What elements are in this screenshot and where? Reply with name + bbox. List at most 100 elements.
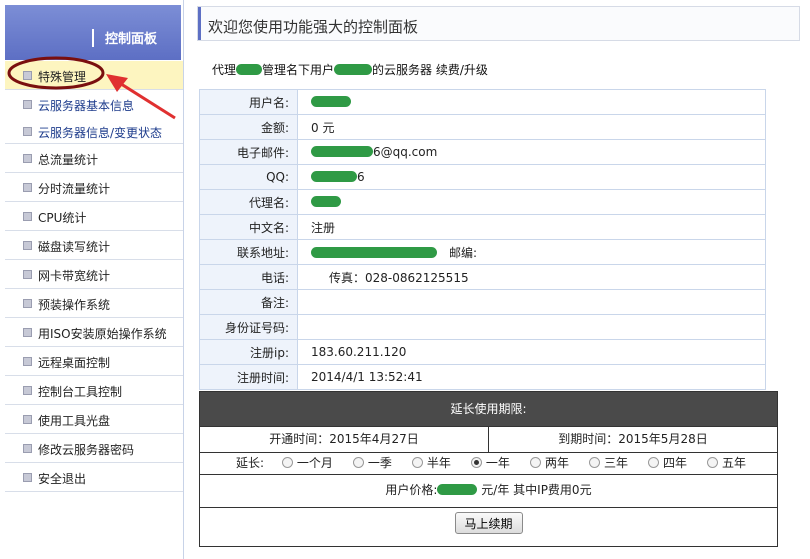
period-option[interactable]: 三年: [588, 453, 628, 474]
redacted-price: [437, 484, 478, 495]
info-mid: 管理名下用户: [262, 63, 335, 77]
info-value: 2014/4/1 13:52:41: [297, 364, 766, 390]
expire-time: 到期时间：2015年5月28日: [558, 432, 708, 446]
sidebar-item-5[interactable]: CPU统计: [5, 202, 183, 231]
info-label: 电话:: [199, 264, 298, 290]
info-label: 注册时间:: [199, 364, 298, 390]
info-row: 代理名:: [199, 189, 766, 215]
sidebar-item-13[interactable]: 修改云服务器密码: [5, 434, 183, 463]
main-header: 欢迎您使用功能强大的控制面板: [197, 6, 800, 41]
period-option-label: 三年: [603, 456, 628, 470]
info-value-text: 2014/4/1 13:52:41: [311, 370, 423, 384]
bullet-icon: [23, 299, 32, 308]
radio-icon[interactable]: [647, 457, 659, 468]
period-option[interactable]: 两年: [529, 453, 569, 474]
sidebar-item-12[interactable]: 使用工具光盘: [5, 405, 183, 434]
info-row: 金额: 0 元: [199, 114, 766, 140]
bullet-icon: [23, 357, 32, 366]
sidebar-item-label: 安全退出: [38, 472, 87, 486]
period-option[interactable]: 四年: [647, 453, 687, 474]
period-option[interactable]: 一季: [352, 453, 392, 474]
fax-text: 传真：028-0862125515: [329, 270, 469, 285]
renew-now-button[interactable]: 马上续期: [454, 512, 523, 534]
renewal-info-line: 代理 管理名下用户 的云服务器 续费/升级: [212, 61, 488, 78]
sidebar-item-label: 磁盘读写统计: [38, 240, 111, 254]
info-row: QQ: 6: [199, 164, 766, 190]
info-value: 0 元: [297, 114, 766, 140]
price-row: 用户价格: 元/年 其中IP费用0元: [200, 475, 777, 508]
sidebar-item-label: 使用工具光盘: [38, 414, 111, 428]
sidebar-item-10[interactable]: 远程桌面控制: [5, 347, 183, 376]
bullet-icon: [23, 328, 32, 337]
info-value: [297, 189, 766, 215]
sidebar-item-4[interactable]: 分时流量统计: [5, 173, 183, 202]
info-row: 注册时间: 2014/4/1 13:52:41: [199, 364, 766, 390]
info-value-text: 0 元: [311, 120, 335, 135]
info-label: 金额:: [199, 114, 298, 140]
bullet-icon: [23, 473, 32, 482]
info-row: 电子邮件: 6@qq.com: [199, 139, 766, 165]
radio-icon[interactable]: [706, 457, 718, 468]
info-label: QQ:: [199, 164, 298, 190]
info-value-text: 183.60.211.120: [311, 345, 407, 359]
extend-period-options: 延长: 一个月 一季 半年 一年 两年 三年 四年 五年: [200, 453, 777, 475]
sidebar-item-label: 远程桌面控制: [38, 356, 111, 370]
sidebar-item-3[interactable]: 总流量统计: [5, 144, 183, 173]
sidebar-header-divider: [92, 29, 94, 47]
period-option[interactable]: 一个月: [281, 453, 333, 474]
sidebar-item-6[interactable]: 磁盘读写统计: [5, 231, 183, 260]
sidebar-item-label: 云服务器基本信息: [38, 99, 135, 113]
info-row: 备注:: [199, 289, 766, 315]
info-row: 中文名: 注册: [199, 214, 766, 240]
sidebar-menu: 特殊管理云服务器基本信息云服务器信息/变更状态总流量统计分时流量统计 CPU统计磁…: [5, 61, 183, 492]
open-time: 开通时间：2015年4月27日: [200, 427, 489, 452]
info-label: 代理名:: [199, 189, 298, 215]
period-option-label: 两年: [544, 456, 569, 470]
sidebar-item-label: 网卡带宽统计: [38, 269, 111, 283]
info-row: 注册ip: 183.60.211.120: [199, 339, 766, 365]
info-value: 邮编:: [297, 239, 766, 265]
period-option-label: 四年: [662, 456, 687, 470]
extend-panel: 延长使用期限: 开通时间：2015年4月27日 到期时间：2015年5月28日 …: [199, 391, 778, 547]
info-suffix: 的云服务器 续费/升级: [372, 63, 488, 77]
price-suffix: 元/年 其中IP费用0元: [481, 483, 592, 497]
sidebar-item-14[interactable]: 安全退出: [5, 463, 183, 492]
sidebar-item-11[interactable]: 控制台工具控制: [5, 376, 183, 405]
info-prefix: 代理: [212, 63, 237, 77]
bullet-icon: [23, 154, 32, 163]
service-dates: 开通时间：2015年4月27日 到期时间：2015年5月28日: [200, 427, 777, 453]
period-option[interactable]: 半年: [411, 453, 451, 474]
sidebar-item-1[interactable]: 云服务器基本信息: [5, 90, 183, 117]
radio-icon[interactable]: [352, 457, 364, 468]
sidebar-item-label: 预装操作系统: [38, 298, 111, 312]
sidebar-title: 控制面板: [105, 32, 158, 47]
info-value-text: 6@qq.com: [373, 145, 438, 159]
sidebar-item-label: 总流量统计: [38, 153, 99, 167]
radio-icon[interactable]: [411, 457, 423, 468]
period-option-label: 一个月: [296, 456, 333, 470]
sidebar-item-8[interactable]: 预装操作系统: [5, 289, 183, 318]
info-label: 身份证号码:: [199, 314, 298, 340]
info-value: [297, 89, 766, 115]
info-label: 中文名:: [199, 214, 298, 240]
radio-icon[interactable]: [588, 457, 600, 468]
page-title: 欢迎您使用功能强大的控制面板: [208, 18, 419, 36]
radio-icon[interactable]: [470, 457, 482, 468]
info-row: 身份证号码:: [199, 314, 766, 340]
bullet-icon: [23, 386, 32, 395]
sidebar-item-0[interactable]: 特殊管理: [5, 61, 183, 90]
info-value-text: 注册: [311, 220, 336, 235]
sidebar-item-2[interactable]: 云服务器信息/变更状态: [5, 117, 183, 144]
sidebar-item-7[interactable]: 网卡带宽统计: [5, 260, 183, 289]
bullet-icon: [23, 212, 32, 221]
price-prefix: 用户价格:: [385, 483, 438, 497]
sidebar-item-9[interactable]: 用ISO安装原始操作系统: [5, 318, 183, 347]
redacted-value: [311, 196, 341, 207]
redacted-value: [311, 171, 357, 182]
info-value: 6: [297, 164, 766, 190]
period-option[interactable]: 五年: [706, 453, 746, 474]
radio-icon[interactable]: [529, 457, 541, 468]
radio-icon[interactable]: [281, 457, 293, 468]
period-option[interactable]: 一年: [470, 453, 510, 474]
info-value: 183.60.211.120: [297, 339, 766, 365]
